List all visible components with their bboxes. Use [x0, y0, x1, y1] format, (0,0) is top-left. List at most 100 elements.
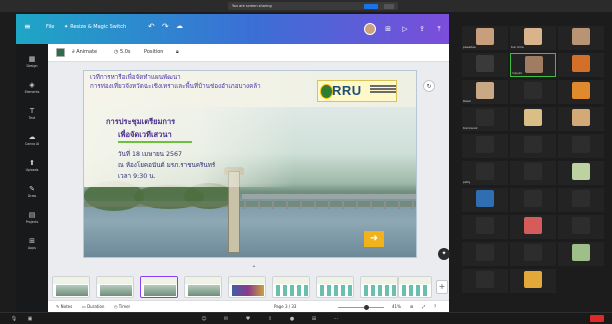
user-avatar[interactable] [364, 23, 376, 35]
refresh-icon[interactable]: ↻ [423, 80, 435, 92]
slide-thumbnail-active[interactable] [140, 276, 178, 298]
zoom-level[interactable]: 41% [392, 304, 401, 309]
participant-tile[interactable] [462, 134, 508, 158]
slide-thumbnail[interactable] [184, 276, 222, 298]
undo-icon[interactable]: ↶ [148, 22, 155, 31]
slide-date[interactable]: วันที่ 18 เมษายน 2567 [118, 149, 182, 159]
duration-button[interactable]: ◷ 5.0s [114, 49, 131, 55]
slide-thumbnail[interactable] [360, 276, 398, 298]
menu-icon[interactable]: ≡ [24, 22, 31, 31]
participant-tile[interactable]: mjoyzz [510, 53, 556, 77]
present-icon[interactable]: ▷ [399, 23, 411, 35]
participant-tile[interactable] [558, 80, 604, 104]
participant-tile[interactable] [558, 26, 604, 50]
sidebar-item-canva-ai[interactable]: ☁ Canva AI [16, 130, 48, 152]
close-banner-button[interactable] [384, 3, 394, 9]
slide-title-line-2[interactable]: เพื่อจัดเวทีเสวนา [118, 129, 172, 141]
grid-view-icon[interactable]: ⊞ [410, 304, 413, 309]
participants-icon[interactable]: ☺ [200, 315, 208, 323]
animate-button[interactable]: ∂ Animate [72, 49, 97, 55]
sidebar-item-draw[interactable]: ✎ Draw [16, 182, 48, 204]
rru-logo[interactable]: RRU [317, 80, 397, 102]
participant-tile[interactable]: Kun Uma [510, 26, 556, 50]
participant-tile[interactable] [462, 269, 508, 293]
participant-tile[interactable] [558, 161, 604, 185]
page-indicator[interactable]: Page 3 / 33 [274, 304, 296, 309]
more-icon[interactable]: ⋯ [332, 315, 340, 323]
chat-icon[interactable]: ✉ [222, 315, 230, 323]
end-meeting-button[interactable] [590, 315, 604, 322]
camera-icon[interactable]: ▣ [26, 315, 34, 323]
sidebar-item-elements[interactable]: ◈ Elements [16, 78, 48, 100]
resize-magic-switch-button[interactable]: ✦ Resize & Magic Switch [64, 24, 126, 30]
participant-tile[interactable]: pawadee [462, 26, 508, 50]
stop-share-button[interactable] [364, 3, 378, 9]
sidebar-item-projects[interactable]: ▤ Projects [16, 208, 48, 230]
participant-tile[interactable] [510, 80, 556, 104]
participant-tile[interactable] [558, 188, 604, 212]
participant-tile[interactable] [510, 161, 556, 185]
position-button[interactable]: Position [144, 49, 163, 55]
participant-tile[interactable] [462, 53, 508, 77]
slide-thumbnail[interactable] [272, 276, 310, 298]
reactions-icon[interactable]: ♥ [244, 315, 252, 323]
current-slide[interactable]: เวทีการหารือเพื่อจัดทำแผนพัฒนา การท่องเท… [83, 70, 417, 258]
participant-video [572, 190, 590, 207]
apps-icon[interactable]: ⊞ [310, 315, 318, 323]
add-page-icon[interactable]: + [436, 280, 448, 294]
slide-title-line-1[interactable]: การประชุมเตรียมการ [106, 116, 175, 128]
share-icon[interactable]: ⇪ [416, 23, 428, 35]
participant-tile[interactable] [510, 269, 556, 293]
share-screen-icon[interactable]: ⇧ [266, 315, 274, 323]
participant-tile[interactable] [510, 134, 556, 158]
participant-tile[interactable] [510, 107, 556, 131]
participant-tile[interactable]: Kornkanok [462, 107, 508, 131]
magic-assist-icon[interactable]: ✦ [438, 248, 450, 260]
participant-tile[interactable]: petty [462, 161, 508, 185]
sidebar-item-uploads[interactable]: ⬆ Uploads [16, 156, 48, 178]
record-icon[interactable]: ● [288, 315, 296, 323]
slide-headline[interactable]: เวทีการหารือเพื่อจัดทำแผนพัฒนา การท่องเท… [90, 73, 320, 91]
slide-thumbnail[interactable] [52, 276, 90, 298]
zoom-slider[interactable] [338, 306, 384, 308]
fullscreen-icon[interactable]: ⤢ [422, 304, 425, 309]
participant-tile[interactable] [462, 215, 508, 239]
participant-tile[interactable] [510, 242, 556, 266]
notes-button[interactable]: ✎ Notes [56, 304, 72, 309]
upload-icon[interactable]: ⤒ [433, 23, 445, 35]
zoom-slider-handle[interactable] [364, 304, 369, 310]
participant-tile[interactable] [558, 215, 604, 239]
file-menu[interactable]: File [46, 24, 54, 30]
lock-icon[interactable]: 🔒︎ [176, 49, 179, 55]
arrow-right-icon[interactable]: ➜ [364, 231, 384, 247]
participant-tile[interactable] [510, 188, 556, 212]
slide-thumbnail[interactable] [398, 276, 432, 298]
sidebar-item-apps[interactable]: ⊞ Apps [16, 234, 48, 256]
participant-video [476, 55, 494, 72]
microphone-icon[interactable]: 🎙︎ [10, 315, 18, 323]
redo-icon[interactable]: ↷ [162, 22, 169, 31]
slide-thumbnails: + [48, 276, 449, 300]
meeting-controls-bar: 🎙︎ ▣ ☺ ✉ ♥ ⇧ ● ⊞ ⋯ [0, 312, 612, 324]
participant-tile[interactable] [558, 242, 604, 266]
slide-thumbnail[interactable] [96, 276, 134, 298]
timer-button[interactable]: ◷ Timer [114, 304, 130, 309]
participant-tile[interactable] [510, 215, 556, 239]
participant-tile[interactable]: Rawin [462, 80, 508, 104]
help-icon[interactable]: ? [434, 304, 436, 309]
participant-tile[interactable] [462, 188, 508, 212]
duration-bottom-button[interactable]: ▭ Duration [82, 304, 104, 309]
slide-thumbnail[interactable] [316, 276, 354, 298]
background-color-swatch[interactable] [56, 48, 65, 57]
slide-time[interactable]: เวลา 9:30 น. [118, 171, 156, 181]
sidebar-item-design[interactable]: ▦ Design [16, 52, 48, 74]
participant-tile[interactable] [558, 107, 604, 131]
sidebar-item-text[interactable]: T Text [16, 104, 48, 126]
slide-venue[interactable]: ณ ห้องโยคอนันต์ มรภ.ราชนครินทร์ [118, 160, 215, 170]
participant-tile[interactable] [462, 242, 508, 266]
chevron-up-icon[interactable]: ⌃ [244, 265, 264, 273]
participant-tile[interactable] [558, 134, 604, 158]
participant-tile[interactable] [558, 53, 604, 77]
chart-icon[interactable]: ⊞ [382, 23, 394, 35]
slide-thumbnail[interactable] [228, 276, 266, 298]
